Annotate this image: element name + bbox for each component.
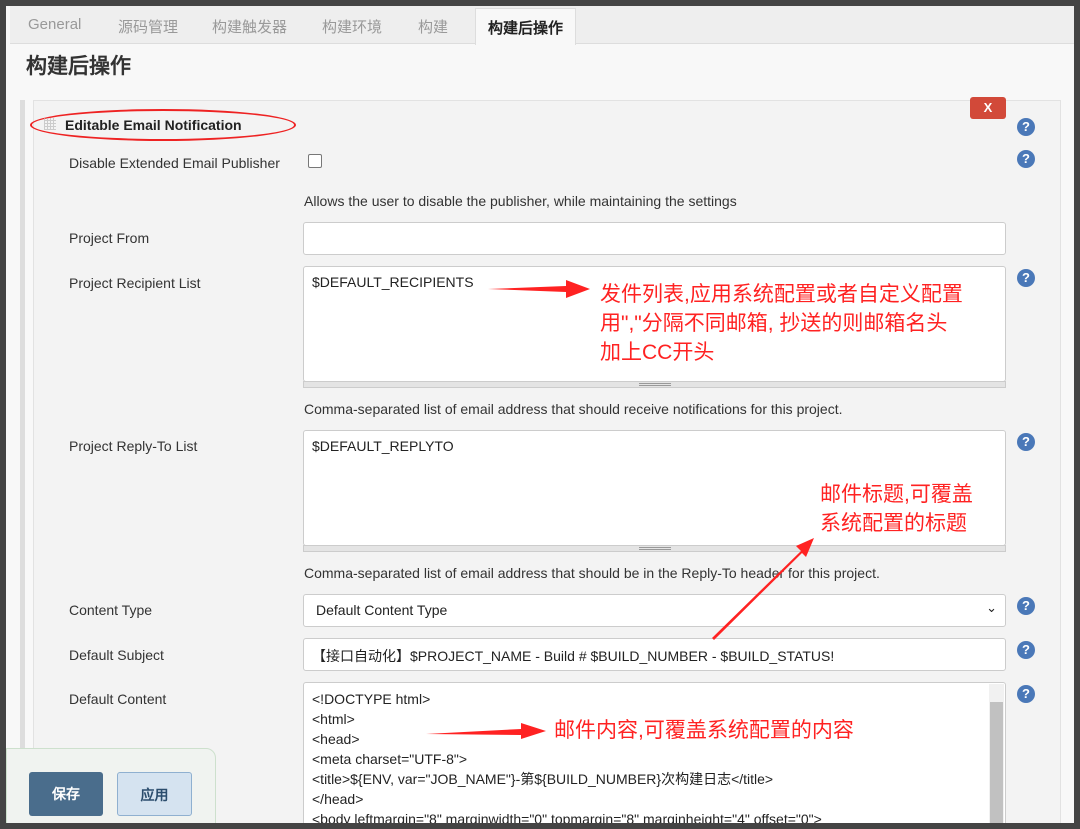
recipients-annotation: 发件列表,应用系统配置或者自定义配置 用","分隔不同邮箱, 抄送的则邮箱名头 加上…: [600, 283, 963, 364]
subject-annotation: 邮件标题,可覆盖 系统配置的标题: [820, 483, 973, 535]
arrow-icon: [712, 538, 814, 640]
annotation-arrows: [426, 280, 814, 739]
apply-button[interactable]: 应用: [117, 772, 192, 816]
jenkins-config-page: General 源码管理 构建触发器 构建环境 构建 构建后操作 构建后操作 E…: [6, 6, 1074, 823]
arrow-icon: [488, 280, 590, 298]
content-annotation: 邮件内容,可覆盖系统配置的内容: [554, 719, 854, 742]
arrow-icon: [426, 723, 546, 739]
save-button[interactable]: 保存: [29, 772, 103, 816]
